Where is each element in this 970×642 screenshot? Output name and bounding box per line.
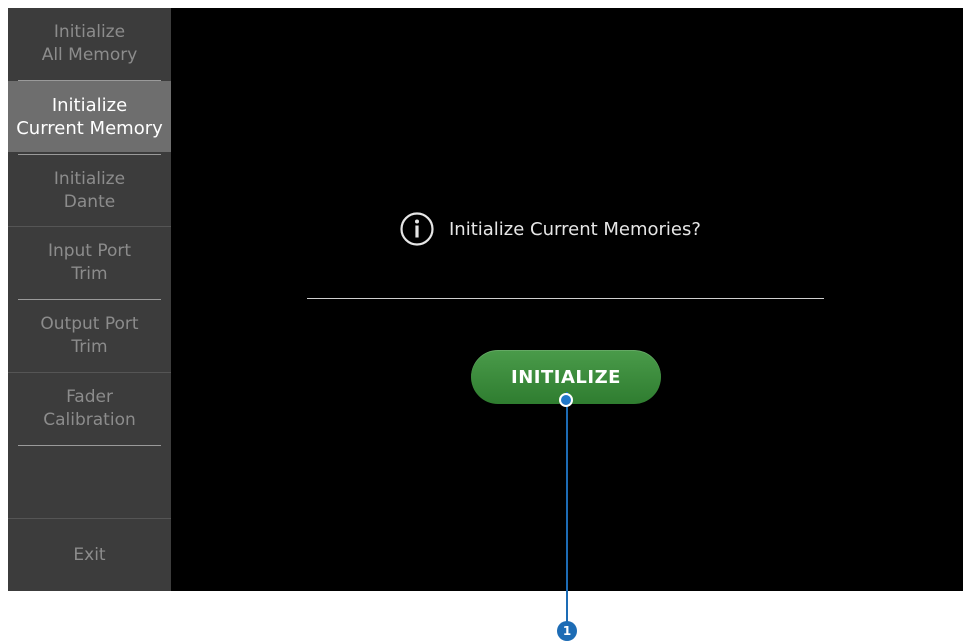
- sidebar: Initialize All Memory Initialize Current…: [8, 8, 171, 591]
- callout-dot: [559, 393, 573, 407]
- sidebar-item-initialize-all-memory[interactable]: Initialize All Memory: [8, 8, 171, 79]
- sidebar-item-output-port-trim[interactable]: Output Port Trim: [8, 300, 171, 371]
- info-icon: [399, 211, 435, 247]
- confirm-prompt: Initialize Current Memories?: [399, 211, 701, 247]
- sidebar-divider: [18, 445, 161, 446]
- sidebar-item-input-port-trim[interactable]: Input Port Trim: [8, 227, 171, 298]
- divider: [307, 298, 824, 299]
- callout-line: [566, 392, 568, 624]
- prompt-text: Initialize Current Memories?: [449, 218, 701, 240]
- sidebar-item-fader-calibration[interactable]: Fader Calibration: [8, 373, 171, 444]
- callout-number-badge: 1: [557, 621, 577, 641]
- sidebar-item-initialize-dante[interactable]: Initialize Dante: [8, 155, 171, 226]
- exit-button[interactable]: Exit: [8, 518, 171, 591]
- sidebar-item-initialize-current-memory[interactable]: Initialize Current Memory: [8, 81, 171, 152]
- device-screen: Initialize All Memory Initialize Current…: [8, 8, 963, 591]
